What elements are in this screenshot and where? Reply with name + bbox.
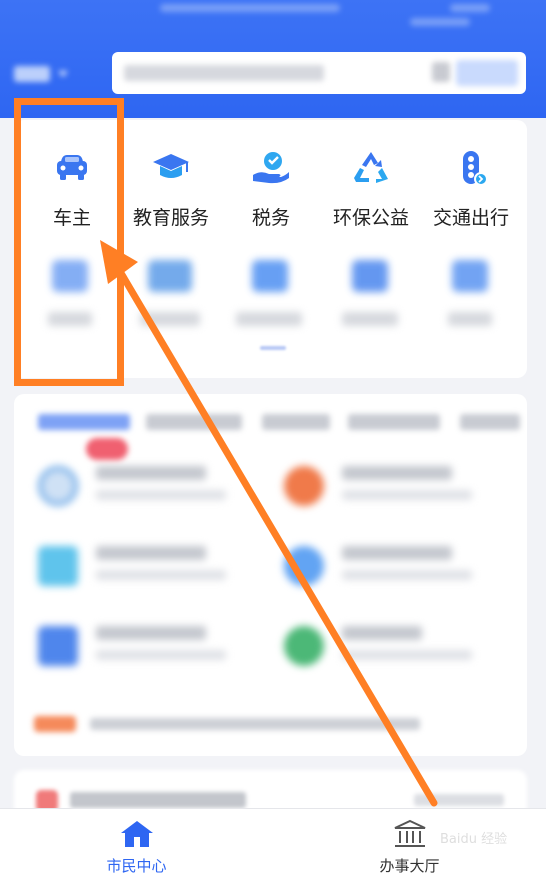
service-education[interactable]: 教育服务 [121, 148, 221, 229]
service-transport[interactable]: 交通出行 [421, 148, 521, 229]
recommend-more[interactable] [414, 794, 504, 806]
hot-badge [86, 438, 128, 460]
feature-item[interactable] [38, 620, 258, 680]
app-screen: 车主 教育服务 税务 环保公益 交通出行 市民中心 办事大厅 Baidu 经验 [0, 0, 546, 875]
service-tax[interactable]: 税务 [221, 148, 321, 229]
page-indicator [260, 346, 286, 350]
home-icon [121, 821, 153, 847]
graduation-cap-icon [153, 154, 189, 178]
service-label: 教育服务 [132, 207, 209, 229]
city-name [14, 66, 50, 82]
service-blurred-4[interactable] [318, 260, 418, 340]
service-blurred-5[interactable] [418, 260, 518, 340]
feature-card [14, 394, 527, 756]
city-selector[interactable] [14, 62, 68, 86]
tab-label: 市民中心 [106, 857, 167, 875]
status-bar [150, 4, 510, 44]
search-input[interactable] [112, 52, 526, 94]
notice-tag [34, 716, 76, 732]
service-label: 税务 [251, 207, 290, 229]
service-environment[interactable]: 环保公益 [321, 148, 421, 229]
watermark: Baidu 经验 [420, 820, 530, 860]
search-button[interactable] [456, 60, 518, 86]
tab-citizen-center[interactable]: 市民中心 [0, 809, 273, 875]
feature-item[interactable] [284, 460, 504, 520]
recommend-title [70, 792, 246, 808]
tax-hand-icon [253, 152, 289, 184]
chevron-down-icon [58, 71, 68, 77]
notice-text [90, 718, 420, 730]
traffic-light-icon [463, 151, 488, 186]
service-label: 环保公益 [332, 207, 409, 229]
service-blurred-3[interactable] [218, 260, 318, 340]
scan-icon[interactable] [432, 62, 450, 82]
notice-bar[interactable] [34, 712, 504, 736]
service-blurred-2[interactable] [118, 260, 218, 340]
feature-tabs[interactable] [34, 406, 527, 436]
search-placeholder [124, 65, 324, 81]
annotation-highlight-box [14, 98, 124, 386]
recycle-icon [354, 152, 388, 183]
feature-item[interactable] [38, 540, 258, 600]
feature-item[interactable] [38, 460, 258, 520]
feature-item[interactable] [284, 540, 504, 600]
feature-item[interactable] [284, 620, 504, 680]
watermark-text: Baidu 经验 [440, 832, 508, 847]
service-label: 交通出行 [432, 207, 509, 229]
